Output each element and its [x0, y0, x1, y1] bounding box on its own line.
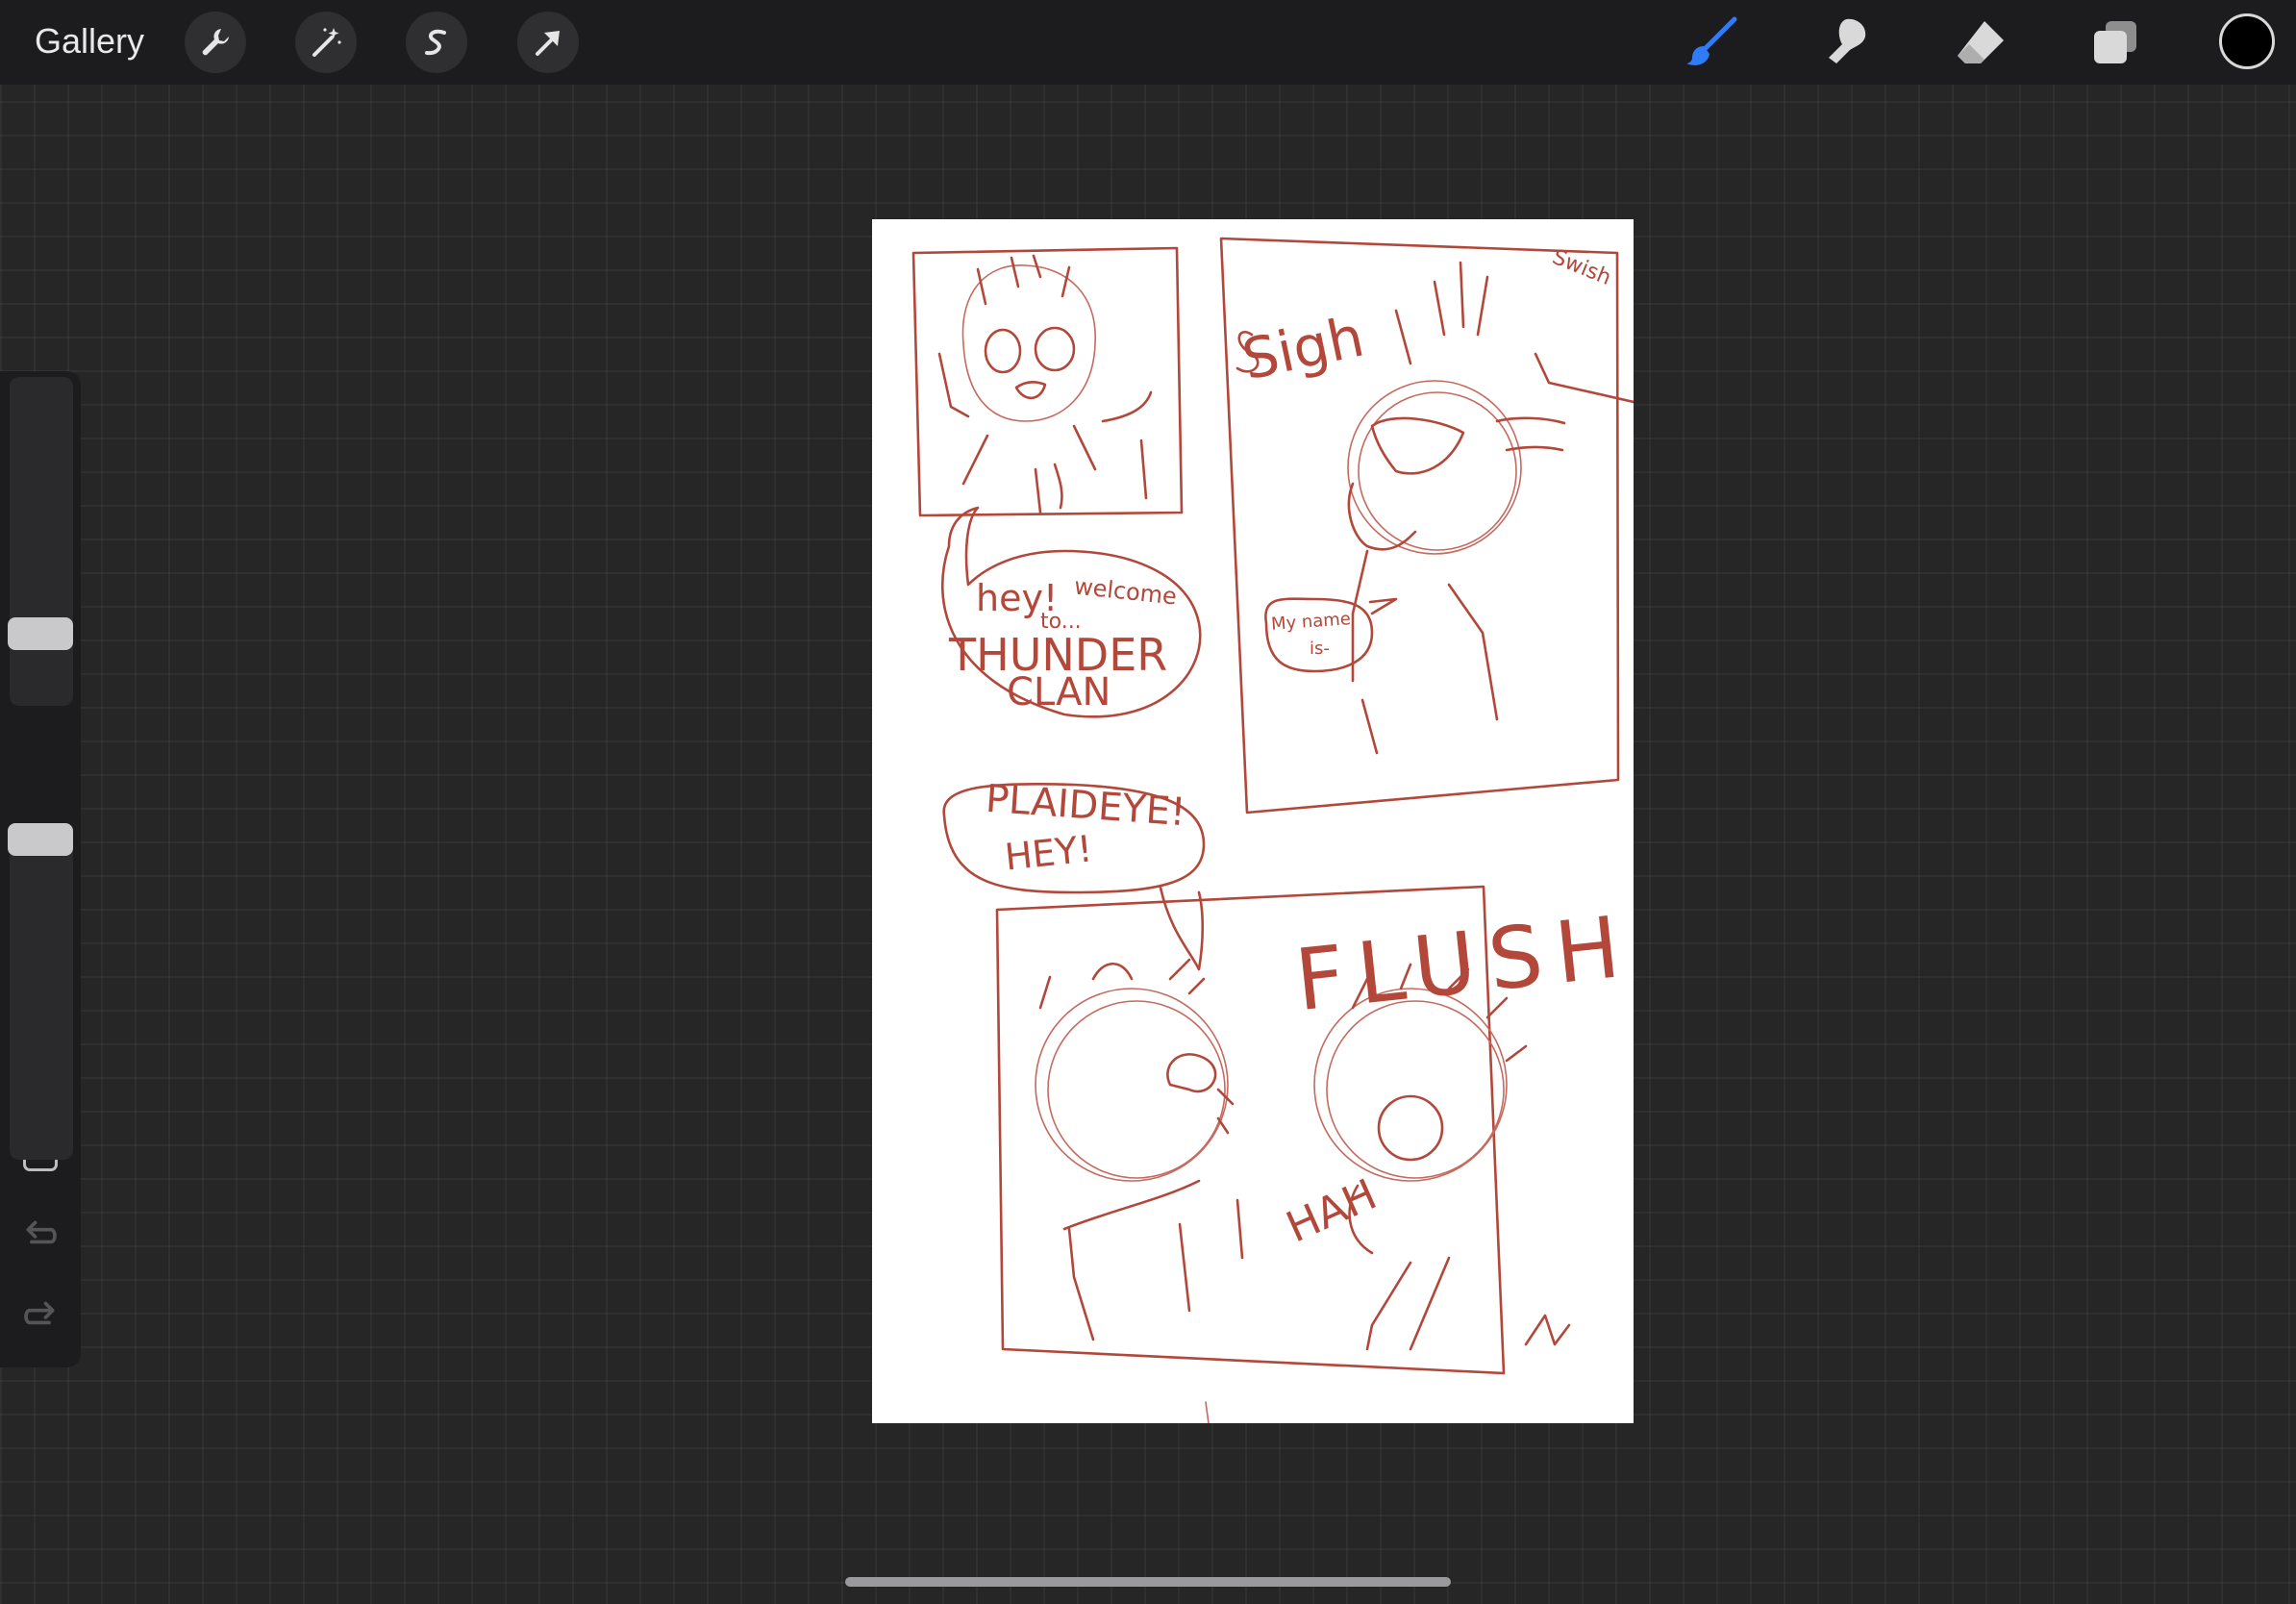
- procreate-app: Gallery Swish Sigh hey! welcome to... TH…: [0, 0, 2296, 1604]
- brush-tool-button[interactable]: [1679, 10, 1744, 75]
- brush-icon: [1686, 16, 1737, 65]
- bubble-is-text: is-: [1310, 639, 1330, 659]
- drawing-canvas[interactable]: Swish Sigh hey! welcome to... THUNDER CL…: [872, 219, 1637, 1423]
- redo-button[interactable]: [19, 1296, 62, 1339]
- opacity-slider[interactable]: [8, 823, 73, 1160]
- color-picker-button[interactable]: [2219, 13, 2275, 69]
- arrow-transform-icon: [536, 31, 560, 56]
- adjustments-button[interactable]: [295, 12, 357, 73]
- top-toolbar: Gallery: [0, 0, 2296, 85]
- undo-button[interactable]: [19, 1216, 62, 1258]
- redo-icon: [24, 1301, 55, 1325]
- actions-button[interactable]: [185, 12, 246, 73]
- eraser-tool-button[interactable]: [1948, 10, 2013, 75]
- wrench-icon: [202, 29, 229, 56]
- comic-sketch: [911, 237, 1634, 1423]
- bubble-hey2-text: HEY!: [1002, 827, 1095, 879]
- smudge-icon: [1829, 18, 1866, 64]
- panel-1-frame: [911, 246, 1184, 517]
- layers-icon: [2094, 21, 2136, 63]
- gallery-button[interactable]: Gallery: [35, 17, 144, 65]
- opacity-thumb[interactable]: [8, 823, 73, 856]
- eraser-icon: [1958, 21, 2004, 63]
- selection-button[interactable]: [406, 12, 467, 73]
- bubble-clan-text: CLAN: [1007, 670, 1111, 714]
- selection-s-icon: [425, 29, 446, 56]
- left-sidebar: [0, 371, 81, 1367]
- smudge-tool-button[interactable]: [1813, 10, 1879, 75]
- transform-button[interactable]: [517, 12, 579, 73]
- brush-size-thumb[interactable]: [8, 617, 73, 650]
- layers-tool-button[interactable]: [2083, 10, 2148, 75]
- magic-wand-icon: [312, 28, 341, 57]
- brush-size-slider[interactable]: [8, 377, 73, 706]
- undo-icon: [26, 1220, 57, 1244]
- home-indicator: [845, 1577, 1451, 1587]
